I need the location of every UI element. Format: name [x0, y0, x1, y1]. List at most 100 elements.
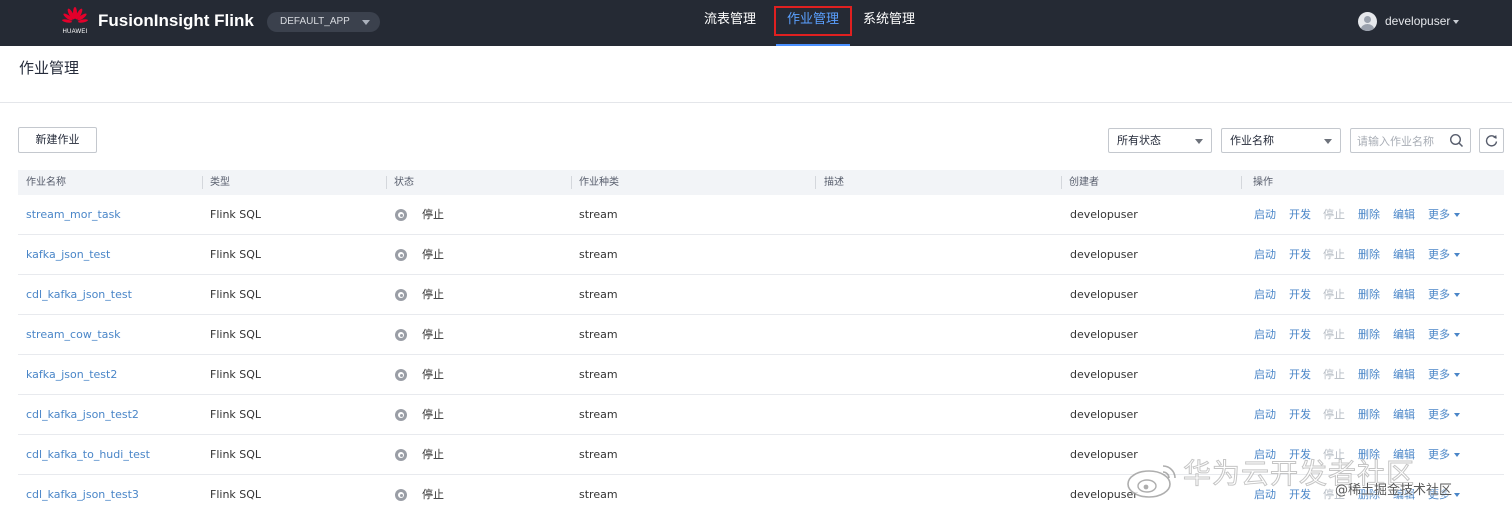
chevron-down-icon — [1454, 413, 1460, 417]
stopped-status-icon — [395, 329, 407, 341]
nav-system-management[interactable]: 系统管理 — [856, 0, 922, 46]
action-label: 启动 — [1254, 328, 1276, 341]
develop-action[interactable]: 开发 — [1289, 275, 1311, 315]
action-label: 启动 — [1254, 208, 1276, 221]
start-action[interactable]: 启动 — [1254, 315, 1276, 355]
job-status: 停止 — [422, 328, 444, 341]
action-label: 更多 — [1428, 488, 1450, 501]
chevron-down-icon — [1454, 493, 1460, 497]
search-icon[interactable] — [1449, 133, 1464, 148]
action-label: 编辑 — [1393, 208, 1415, 221]
job-creator: developuser — [1070, 208, 1138, 221]
delete-action[interactable]: 删除 — [1358, 435, 1380, 475]
chevron-down-icon — [1453, 20, 1459, 24]
more-action[interactable]: 更多 — [1428, 355, 1460, 395]
action-label: 删除 — [1358, 368, 1380, 381]
job-kind: stream — [579, 448, 618, 461]
stop-action: 停止 — [1323, 275, 1345, 315]
delete-action[interactable]: 删除 — [1358, 355, 1380, 395]
job-name-link[interactable]: cdl_kafka_to_hudi_test — [26, 435, 150, 475]
search-box[interactable] — [1350, 128, 1471, 153]
more-action[interactable]: 更多 — [1428, 235, 1460, 275]
start-action[interactable]: 启动 — [1254, 395, 1276, 435]
action-label: 停止 — [1323, 488, 1345, 501]
column-separator — [815, 176, 816, 189]
delete-action[interactable]: 删除 — [1358, 475, 1380, 514]
status-filter-select[interactable]: 所有状态 — [1108, 128, 1212, 153]
action-label: 开发 — [1289, 488, 1311, 501]
start-action[interactable]: 启动 — [1254, 235, 1276, 275]
edit-action[interactable]: 编辑 — [1393, 235, 1415, 275]
develop-action[interactable]: 开发 — [1289, 395, 1311, 435]
action-label: 启动 — [1254, 368, 1276, 381]
start-action[interactable]: 启动 — [1254, 195, 1276, 235]
refresh-button[interactable] — [1479, 128, 1504, 153]
edit-action[interactable]: 编辑 — [1393, 315, 1415, 355]
job-kind: stream — [579, 408, 618, 421]
table-header: 作业名称 类型 状态 作业种类 描述 创建者 操作 — [18, 170, 1504, 195]
action-label: 开发 — [1289, 448, 1311, 461]
edit-action[interactable]: 编辑 — [1393, 395, 1415, 435]
edit-action[interactable]: 编辑 — [1393, 435, 1415, 475]
delete-action[interactable]: 删除 — [1358, 315, 1380, 355]
more-action[interactable]: 更多 — [1428, 435, 1460, 475]
job-status: 停止 — [422, 448, 444, 461]
delete-action[interactable]: 删除 — [1358, 275, 1380, 315]
stop-action: 停止 — [1323, 195, 1345, 235]
start-action[interactable]: 启动 — [1254, 355, 1276, 395]
field-filter-select[interactable]: 作业名称 — [1221, 128, 1341, 153]
develop-action[interactable]: 开发 — [1289, 355, 1311, 395]
start-action[interactable]: 启动 — [1254, 275, 1276, 315]
stopped-status-icon — [395, 289, 407, 301]
edit-action[interactable]: 编辑 — [1393, 195, 1415, 235]
more-action[interactable]: 更多 — [1428, 315, 1460, 355]
action-label: 删除 — [1358, 408, 1380, 421]
develop-action[interactable]: 开发 — [1289, 235, 1311, 275]
search-input[interactable] — [1357, 133, 1447, 149]
table-row: kafka_json_test2 Flink SQL 停止 stream develop… — [18, 355, 1504, 395]
delete-action[interactable]: 删除 — [1358, 235, 1380, 275]
nav-job-management[interactable]: 作业管理 — [774, 0, 852, 46]
job-name-link[interactable]: cdl_kafka_json_test3 — [26, 475, 139, 514]
job-name-link[interactable]: cdl_kafka_json_test — [26, 275, 132, 315]
edit-action[interactable]: 编辑 — [1393, 275, 1415, 315]
chevron-down-icon — [1454, 453, 1460, 457]
delete-action[interactable]: 删除 — [1358, 395, 1380, 435]
stop-action: 停止 — [1323, 475, 1345, 514]
develop-action[interactable]: 开发 — [1289, 435, 1311, 475]
action-label: 删除 — [1358, 448, 1380, 461]
start-action[interactable]: 启动 — [1254, 475, 1276, 514]
start-action[interactable]: 启动 — [1254, 435, 1276, 475]
develop-action[interactable]: 开发 — [1289, 475, 1311, 514]
job-name-link[interactable]: kafka_json_test — [26, 235, 110, 275]
page-title: 作业管理 — [19, 59, 80, 77]
stopped-status-icon — [395, 249, 407, 261]
job-name-link[interactable]: kafka_json_test2 — [26, 355, 117, 395]
column-separator — [571, 176, 572, 189]
job-creator: developuser — [1070, 488, 1138, 501]
stop-action: 停止 — [1323, 235, 1345, 275]
table-row: cdl_kafka_json_test Flink SQL 停止 stream deve… — [18, 275, 1504, 315]
app-selector[interactable]: DEFAULT_APP — [267, 12, 380, 32]
delete-action[interactable]: 删除 — [1358, 195, 1380, 235]
job-name-link[interactable]: stream_mor_task — [26, 195, 121, 235]
job-kind: stream — [579, 368, 618, 381]
more-action[interactable]: 更多 — [1428, 275, 1460, 315]
action-label: 更多 — [1428, 328, 1450, 341]
job-status: 停止 — [422, 208, 444, 221]
more-action[interactable]: 更多 — [1428, 195, 1460, 235]
new-job-button[interactable]: 新建作业 — [18, 127, 97, 153]
edit-action[interactable]: 编辑 — [1393, 355, 1415, 395]
more-action[interactable]: 更多 — [1428, 395, 1460, 435]
top-navigation-bar: HUAWEI FusionInsight Flink DEFAULT_APP 流… — [0, 0, 1512, 46]
develop-action[interactable]: 开发 — [1289, 315, 1311, 355]
job-name-link[interactable]: cdl_kafka_json_test2 — [26, 395, 139, 435]
more-action[interactable]: 更多 — [1428, 475, 1460, 514]
brand-text: HUAWEI — [62, 29, 88, 35]
column-header: 作业名称 — [26, 177, 66, 188]
nav-stream-table[interactable]: 流表管理 — [697, 0, 763, 46]
develop-action[interactable]: 开发 — [1289, 195, 1311, 235]
edit-action[interactable]: 编辑 — [1393, 475, 1415, 514]
job-name-link[interactable]: stream_cow_task — [26, 315, 120, 355]
job-creator: developuser — [1070, 288, 1138, 301]
